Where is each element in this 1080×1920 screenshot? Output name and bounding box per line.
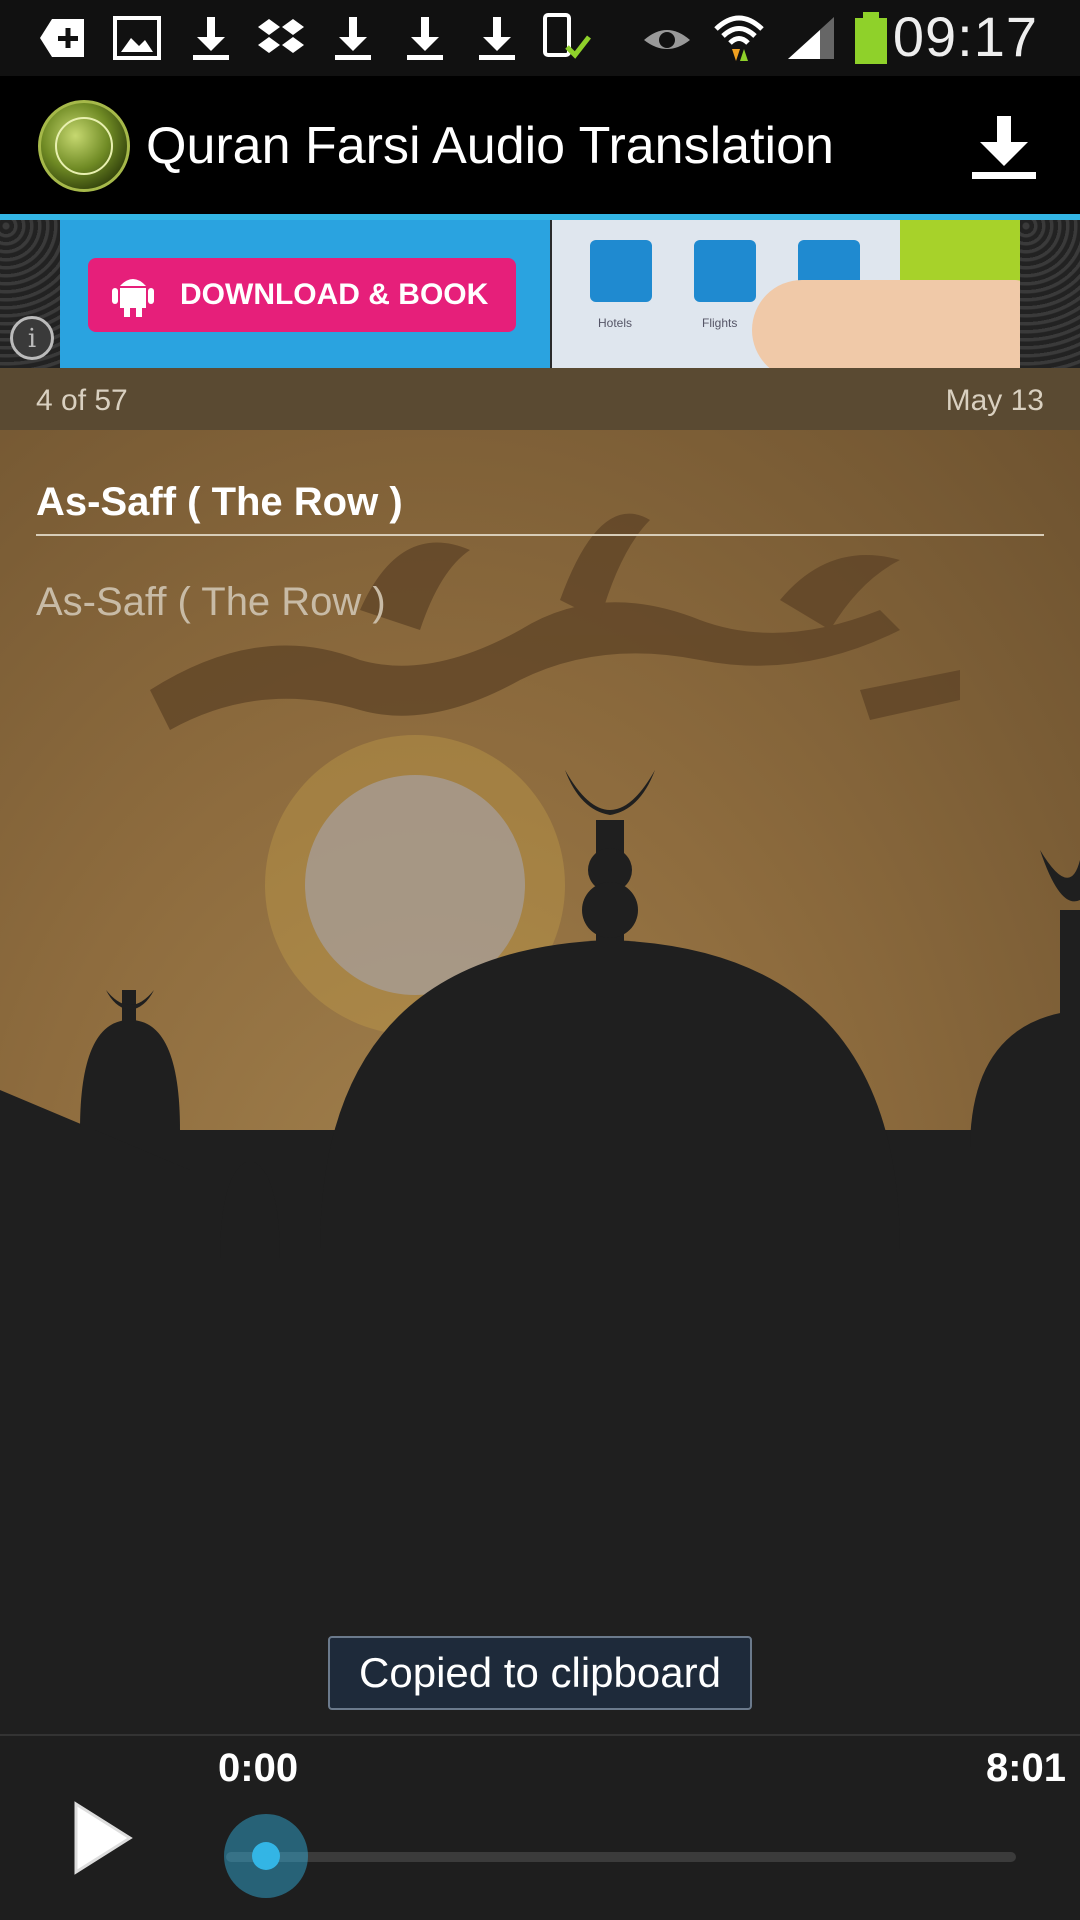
action-bar: Quran Farsi Audio Translation xyxy=(0,76,1080,220)
audio-player: 0:00 8:01 xyxy=(0,1734,1080,1920)
ad-info-icon[interactable]: i xyxy=(10,316,54,360)
ad-banner[interactable]: DOWNLOAD & BOOK Hotels Flights i xyxy=(0,220,1080,368)
add-notification-icon xyxy=(36,10,90,66)
download-icon xyxy=(184,10,238,66)
gallery-icon xyxy=(110,10,164,66)
seek-thumb[interactable] xyxy=(224,1814,308,1898)
ad-tile-label: Flights xyxy=(702,316,738,330)
app-logo[interactable] xyxy=(38,100,130,192)
dropbox-icon xyxy=(254,10,308,66)
download-icon xyxy=(972,116,1036,179)
play-icon xyxy=(74,1801,133,1875)
total-time: 8:01 xyxy=(985,1746,1066,1790)
app-title: Quran Farsi Audio Translation xyxy=(146,117,834,175)
ad-pattern-right xyxy=(1020,220,1080,368)
title-divider xyxy=(36,534,1044,536)
item-counter: 4 of 57 xyxy=(36,384,128,417)
seek-bar[interactable] xyxy=(226,1852,1016,1862)
play-button[interactable] xyxy=(66,1798,138,1878)
current-time: 0:00 xyxy=(218,1746,299,1790)
eye-icon xyxy=(640,10,694,66)
status-bar: 09:17 xyxy=(0,0,1080,76)
mosque-background-image xyxy=(0,513,1080,1734)
wifi-icon xyxy=(712,10,766,66)
content-area[interactable]: As-Saff ( The Row ) As-Saff ( The Row ) xyxy=(0,430,1080,1734)
ad-tile-label: Hotels xyxy=(598,316,633,330)
download-icon xyxy=(470,10,524,66)
download-icon xyxy=(326,10,380,66)
battery-icon xyxy=(844,10,898,66)
item-date: May 13 xyxy=(945,384,1044,417)
device-check-icon xyxy=(540,10,594,66)
status-time: 09:17 xyxy=(892,5,1038,68)
toast-message: Copied to clipboard xyxy=(328,1636,752,1710)
ad-cta-button[interactable]: DOWNLOAD & BOOK xyxy=(88,258,516,332)
download-button[interactable] xyxy=(968,112,1040,182)
android-icon xyxy=(112,279,154,317)
ad-cta-label: DOWNLOAD & BOOK xyxy=(180,278,489,311)
ad-right-panel: Hotels Flights xyxy=(552,220,1020,368)
surah-subtitle: As-Saff ( The Row ) xyxy=(36,580,386,624)
info-row: 4 of 57 May 13 xyxy=(0,368,1080,430)
surah-title: As-Saff ( The Row ) xyxy=(36,480,403,524)
signal-icon xyxy=(784,10,838,66)
download-icon xyxy=(398,10,452,66)
ad-hand-image xyxy=(752,280,1020,368)
hotel-icon xyxy=(590,240,652,302)
flight-icon xyxy=(694,240,756,302)
